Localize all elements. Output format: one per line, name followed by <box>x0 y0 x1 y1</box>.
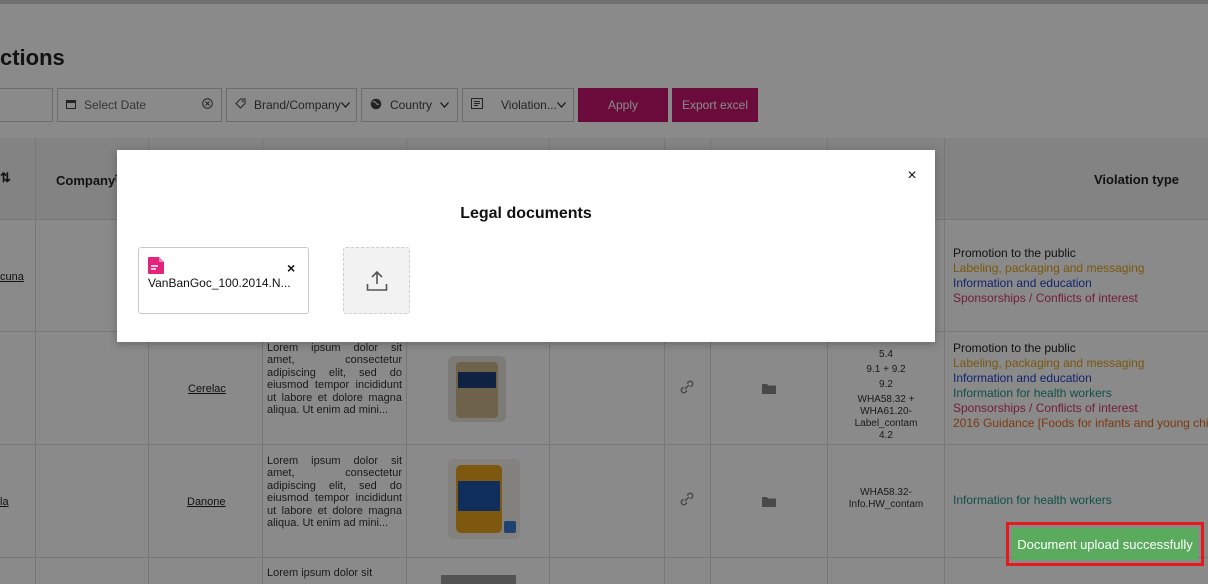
document-icon <box>148 257 164 274</box>
remove-document-icon[interactable]: × <box>287 261 295 275</box>
legal-documents-modal: × Legal documents VanBanGoc_100.2014.N..… <box>117 150 935 342</box>
document-card[interactable]: VanBanGoc_100.2014.N... × <box>138 247 309 314</box>
toast-highlight: Document upload successfully <box>1006 522 1204 566</box>
upload-success-toast[interactable]: Document upload successfully <box>1012 528 1198 560</box>
close-icon[interactable]: × <box>904 168 920 184</box>
document-name: VanBanGoc_100.2014.N... <box>148 276 291 290</box>
upload-dropzone[interactable] <box>343 247 410 314</box>
modal-title: Legal documents <box>460 205 592 222</box>
upload-icon <box>366 270 388 297</box>
